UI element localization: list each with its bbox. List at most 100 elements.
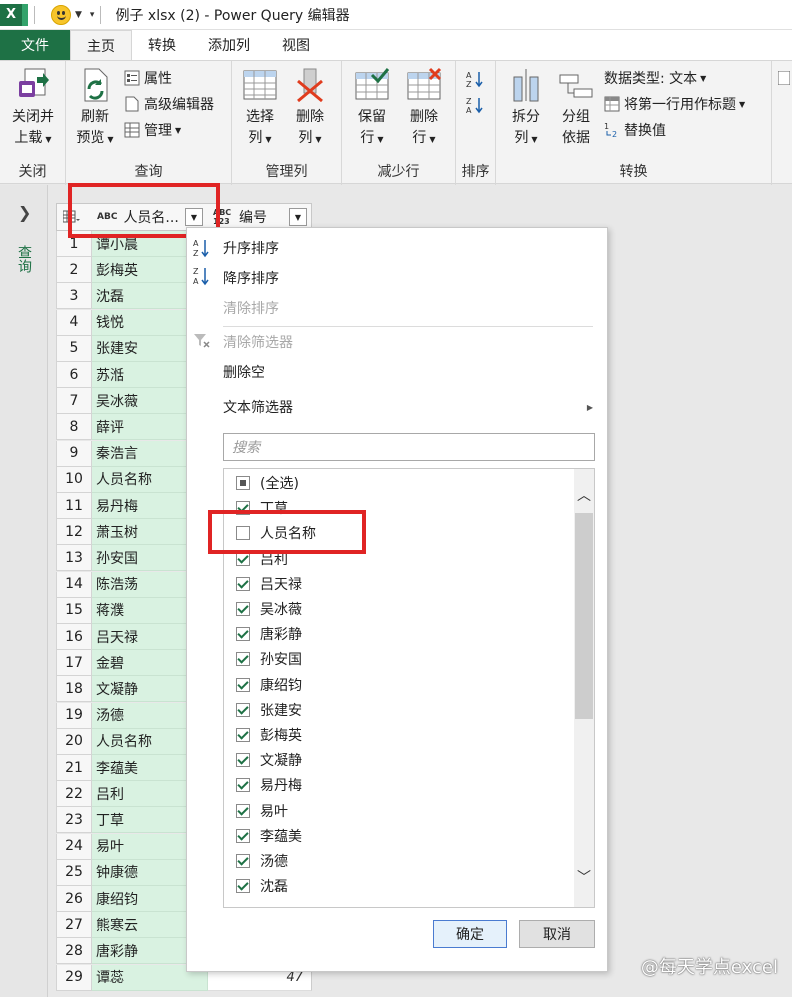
ok-button[interactable]: 确定 (433, 920, 507, 948)
row-number[interactable]: 3 (56, 283, 92, 310)
row-number[interactable]: 12 (56, 519, 92, 546)
filter-list-item[interactable]: 沈磊 (236, 874, 288, 898)
row-number[interactable]: 15 (56, 597, 92, 624)
filter-list-item[interactable]: 吴冰薇 (236, 597, 302, 621)
data-type-dropdown[interactable]: 数据类型: 文本 ▼ (604, 67, 706, 89)
row-number[interactable]: 21 (56, 755, 92, 781)
filter-list-item[interactable]: 吕天禄 (236, 572, 302, 596)
properties-button[interactable]: 属性 (124, 67, 172, 89)
filter-list-item[interactable]: (全选) (236, 471, 299, 495)
scroll-down-chevron-icon[interactable]: ﹀ (574, 867, 594, 887)
quick-access-customize-icon[interactable]: ▾ (90, 10, 95, 20)
expand-queries-chevron-icon[interactable]: ❯ (18, 203, 31, 222)
filter-checkbox[interactable] (236, 778, 250, 793)
filter-checkbox[interactable] (236, 602, 250, 616)
row-number[interactable]: 26 (56, 886, 92, 912)
row-number[interactable]: 17 (56, 650, 92, 677)
row-number[interactable]: 25 (56, 859, 92, 886)
filter-checkbox[interactable] (236, 828, 250, 843)
filter-checkbox[interactable] (236, 702, 250, 717)
sort-ascending-button[interactable]: AZ (466, 67, 486, 89)
advanced-editor-button[interactable]: 高级编辑器 (124, 93, 214, 115)
row-number[interactable]: 16 (56, 624, 92, 650)
filter-list-item[interactable]: 文凝静 (236, 748, 302, 772)
filter-list-item[interactable]: 易叶 (236, 799, 288, 823)
menu-clear-sort[interactable]: 清除排序 (223, 296, 279, 320)
feedback-dropdown-icon[interactable]: ▼ (75, 10, 82, 20)
row-number[interactable]: 8 (56, 414, 92, 441)
filter-checkbox[interactable] (236, 627, 250, 642)
row-number[interactable]: 29 (56, 964, 92, 991)
filter-checkbox[interactable] (236, 728, 250, 742)
row-number[interactable]: 4 (56, 309, 92, 336)
group-by-button[interactable]: 分组 依据 (554, 67, 598, 149)
split-column-button[interactable]: 拆分 列 ▼ (504, 67, 548, 150)
number-column-filter-button[interactable]: ▼ (289, 208, 307, 226)
filter-search-input[interactable]: 搜索 (223, 433, 595, 461)
row-number[interactable]: 5 (56, 335, 92, 362)
sort-descending-button[interactable]: ZA (466, 93, 486, 115)
refresh-preview-button[interactable]: 刷新 预览 ▼ (70, 67, 120, 150)
menu-remove-empty[interactable]: 删除空 (223, 360, 265, 384)
filter-checkbox[interactable] (236, 854, 250, 868)
row-number[interactable]: 13 (56, 545, 92, 572)
row-number[interactable]: 20 (56, 728, 92, 755)
filter-checkbox[interactable] (236, 879, 250, 894)
row-number[interactable]: 24 (56, 833, 92, 860)
filter-list-item[interactable]: 彭梅英 (236, 723, 302, 747)
filter-list-scrollbar[interactable]: ︿ ﹀ (574, 469, 594, 907)
row-number[interactable]: 18 (56, 676, 92, 703)
row-number[interactable]: 22 (56, 781, 92, 808)
keep-rows-button[interactable]: 保留 行 ▼ (348, 67, 396, 150)
filter-list-item[interactable]: 易丹梅 (236, 773, 302, 797)
queries-pane-label[interactable]: 查询 (14, 245, 34, 273)
cancel-button[interactable]: 取消 (519, 920, 595, 948)
tab-file[interactable]: 文件 (0, 30, 70, 60)
choose-columns-button[interactable]: 选择 列 ▼ (238, 67, 282, 150)
filter-checkbox[interactable] (236, 803, 250, 818)
menu-sort-descending[interactable]: 降序排序 (223, 266, 279, 290)
menu-text-filters[interactable]: 文本筛选器 (223, 395, 293, 419)
tab-view[interactable]: 视图 (266, 30, 326, 60)
row-number[interactable]: 9 (56, 440, 92, 467)
tab-home[interactable]: 主页 (70, 30, 132, 60)
manage-button[interactable]: 管理 ▼ (124, 119, 181, 141)
remove-columns-button[interactable]: 删除 列 ▼ (288, 67, 332, 150)
row-number[interactable]: 19 (56, 702, 92, 729)
tab-transform[interactable]: 转换 (132, 30, 192, 60)
row-number[interactable]: 10 (56, 466, 92, 493)
row-number[interactable]: 28 (56, 938, 92, 965)
menu-sort-ascending[interactable]: 升序排序 (223, 236, 279, 260)
title-separator (34, 5, 35, 24)
row-number[interactable]: 6 (56, 362, 92, 388)
scrollbar-thumb[interactable] (575, 513, 593, 719)
feedback-smiley-icon[interactable] (51, 4, 71, 25)
row-number[interactable]: 14 (56, 571, 92, 598)
row-number[interactable]: 2 (56, 257, 92, 284)
combine-icon[interactable] (778, 67, 790, 89)
filter-checkbox[interactable] (236, 677, 250, 692)
replace-values-button[interactable]: 12 替换值 (604, 119, 666, 141)
filter-list-item[interactable]: 李蕴美 (236, 824, 302, 848)
menu-clear-filter[interactable]: 清除筛选器 (223, 330, 293, 354)
row-number[interactable]: 7 (56, 388, 92, 415)
filter-list-item[interactable]: 汤德 (236, 849, 288, 873)
tab-add-column[interactable]: 添加列 (192, 30, 266, 60)
use-first-row-as-headers-button[interactable]: 将第一行用作标题 ▼ (604, 93, 745, 115)
filter-list-item[interactable]: 唐彩静 (236, 622, 302, 646)
filter-list-item[interactable]: 孙安国 (236, 647, 302, 671)
filter-checkbox[interactable] (236, 652, 250, 667)
row-number[interactable]: 11 (56, 493, 92, 519)
row-number[interactable]: 23 (56, 807, 92, 834)
filter-item-label: 彭梅英 (260, 728, 302, 744)
row-number[interactable]: 27 (56, 912, 92, 939)
remove-rows-button[interactable]: 删除 行 ▼ (400, 67, 448, 150)
filter-checkbox[interactable] (236, 476, 250, 490)
close-and-load-button[interactable]: 关闭并 上载 ▼ (4, 67, 62, 150)
filter-checkbox[interactable] (236, 576, 250, 591)
filter-checkbox[interactable] (236, 753, 250, 768)
filter-list-item[interactable]: 康绍钧 (236, 673, 302, 697)
filter-list-item[interactable]: 张建安 (236, 698, 302, 722)
scroll-up-chevron-icon[interactable]: ︿ (574, 485, 594, 505)
split-column-label-2: 列 ▼ (514, 130, 538, 146)
